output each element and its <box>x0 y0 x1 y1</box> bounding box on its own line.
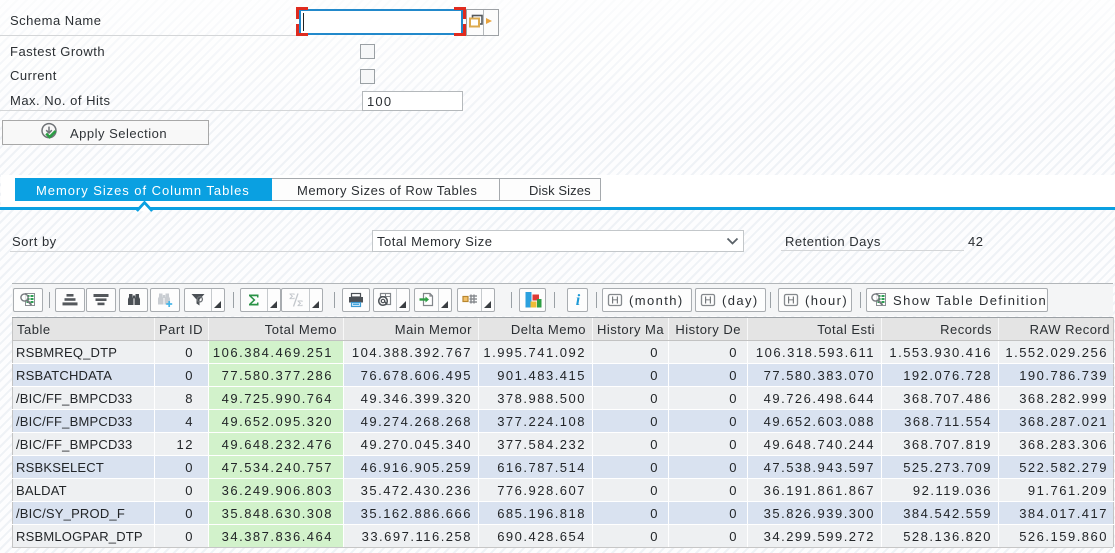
svg-text:i: i <box>575 292 580 309</box>
svg-text:H: H <box>787 296 794 307</box>
svg-text:H: H <box>611 296 618 307</box>
svg-text:H: H <box>704 296 711 307</box>
